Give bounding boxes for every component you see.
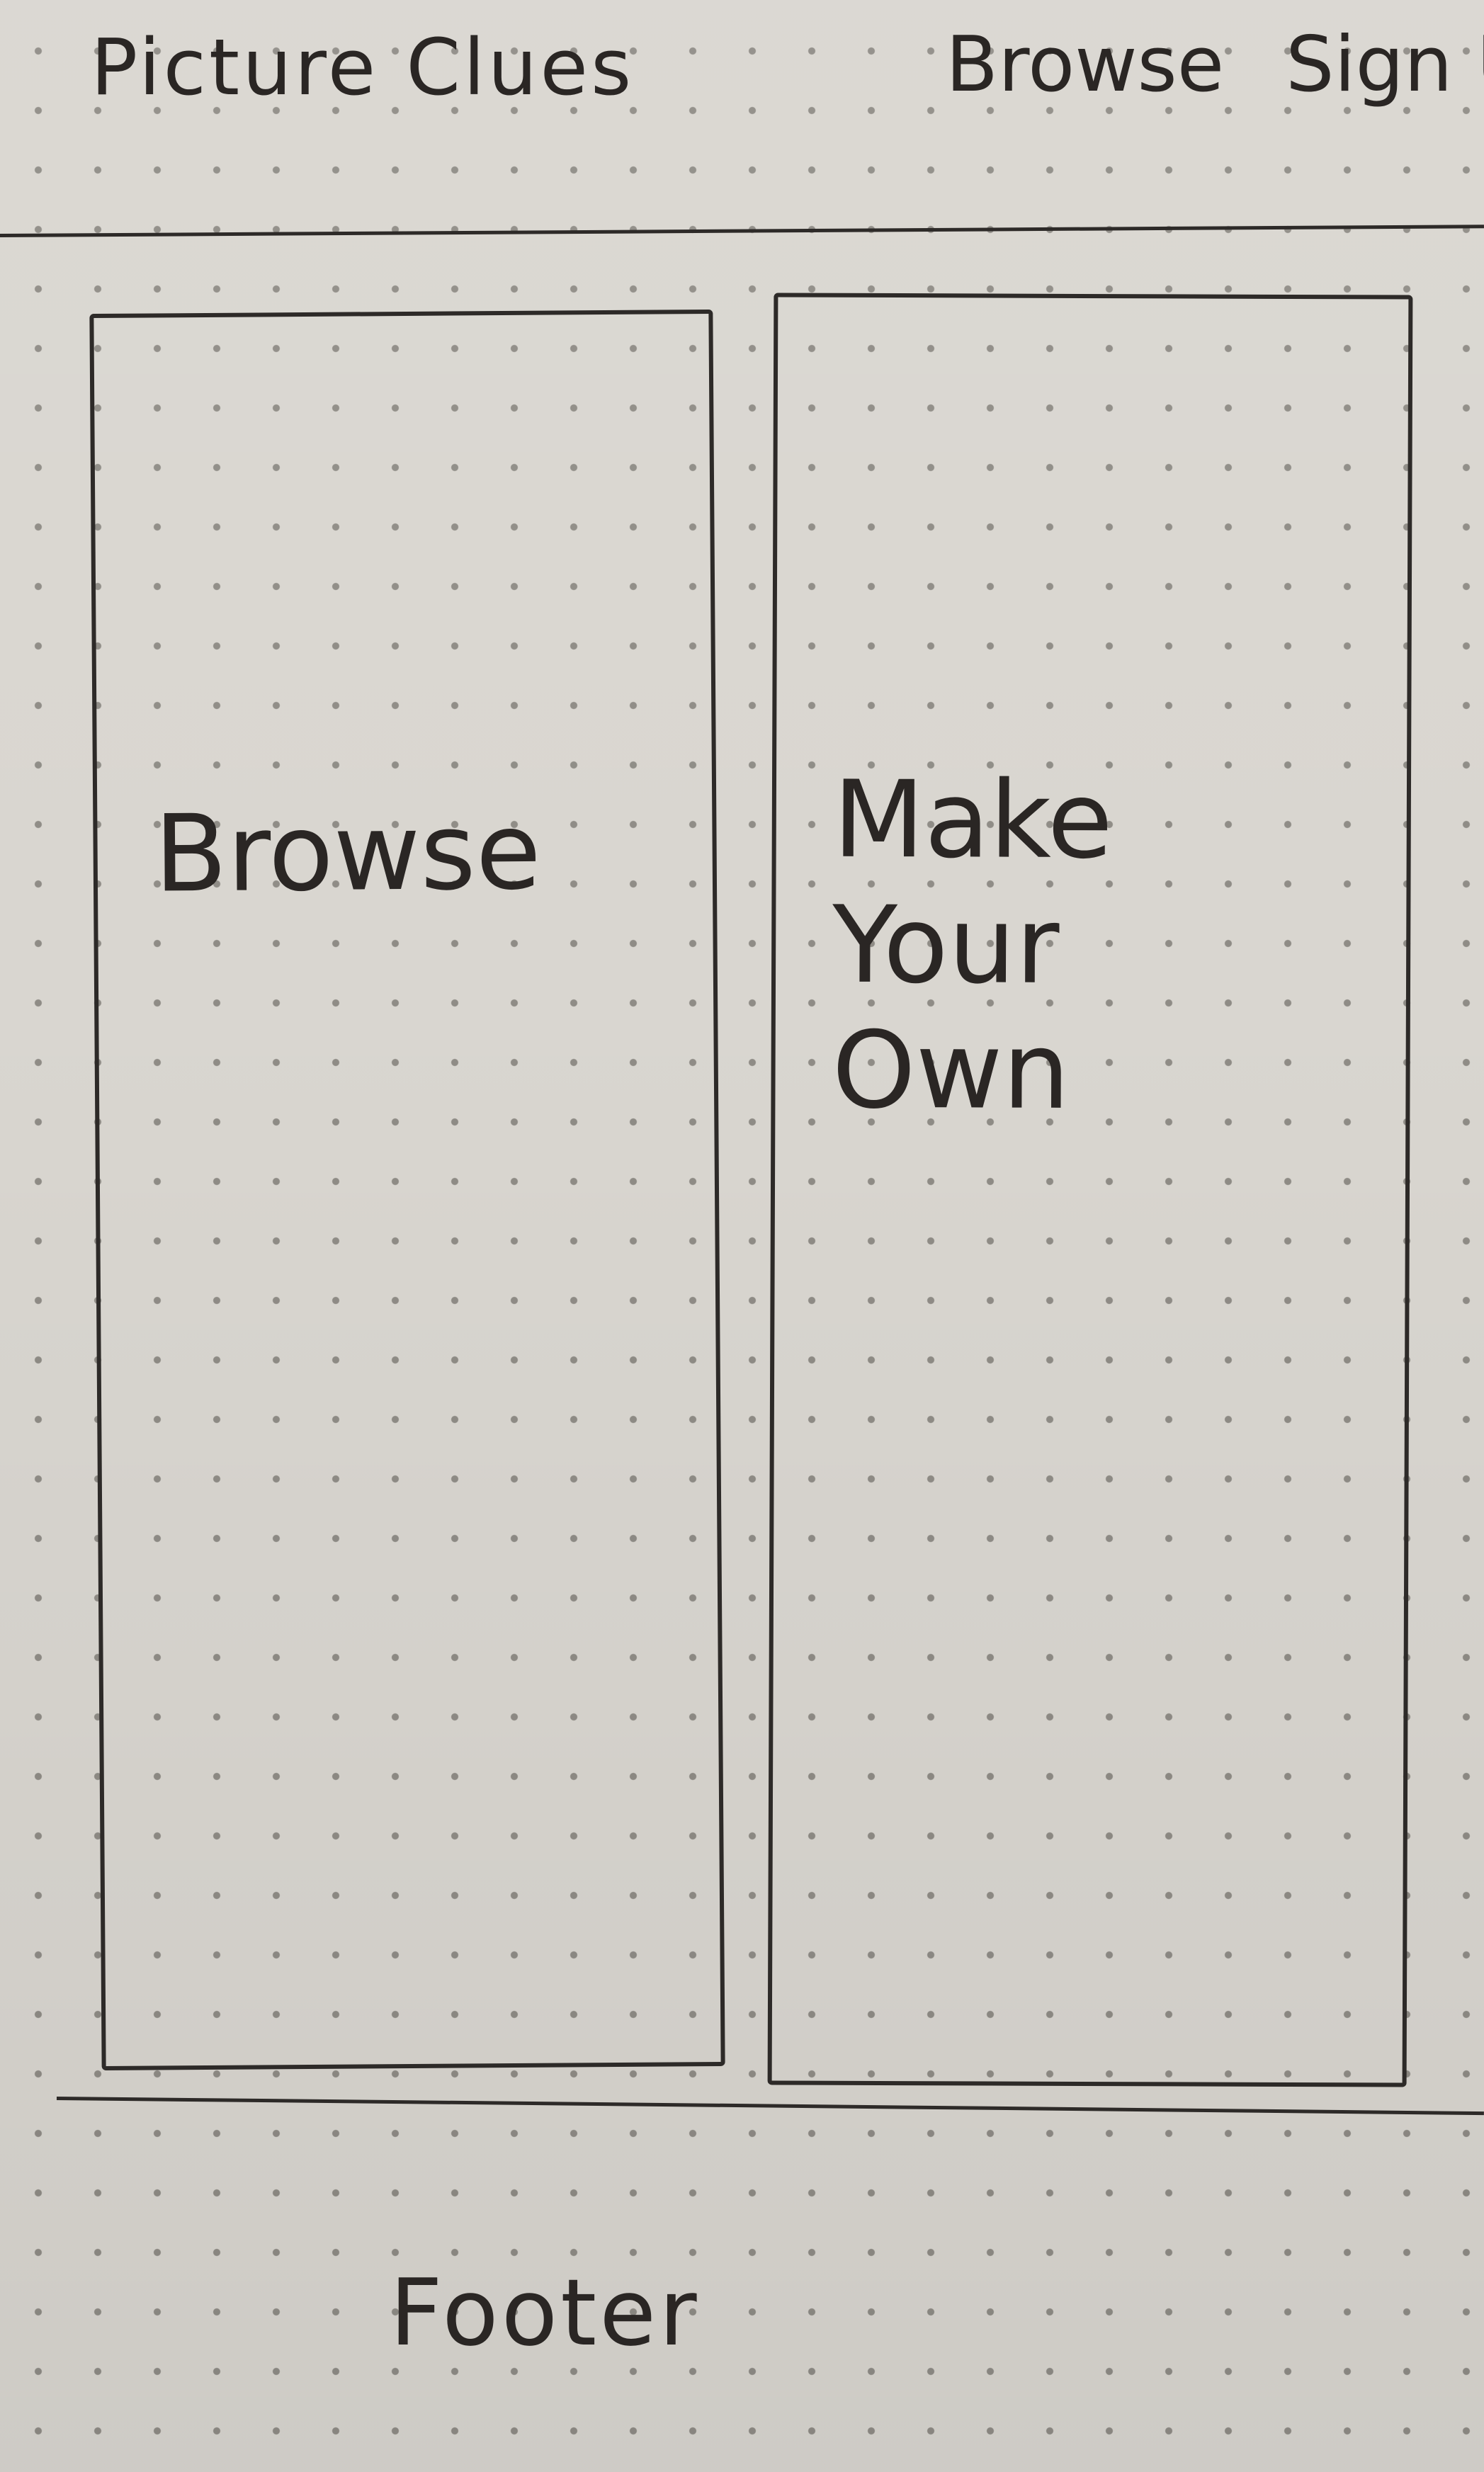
site-logo-text[interactable]: Picture Clues <box>91 28 634 106</box>
make-your-own-line: Own <box>832 1009 1070 1133</box>
footer-divider <box>56 2097 1484 2116</box>
nav-browse-link[interactable]: Browse <box>946 27 1224 103</box>
top-navigation: Browse Sign U <box>946 16 1484 122</box>
footer-label: Footer <box>390 2259 700 2366</box>
nav-sign-in-link[interactable]: Sign U <box>1286 27 1484 103</box>
make-your-own-line: Make <box>832 758 1114 883</box>
header-divider <box>0 225 1484 237</box>
make-your-own-panel[interactable]: Make Your Own <box>767 293 1413 2087</box>
browse-panel-label: Browse <box>154 790 542 917</box>
make-your-own-label: Make Your Own <box>832 758 1113 1135</box>
make-your-own-line: Your <box>832 883 1060 1008</box>
browse-panel[interactable]: Browse <box>89 309 725 2071</box>
